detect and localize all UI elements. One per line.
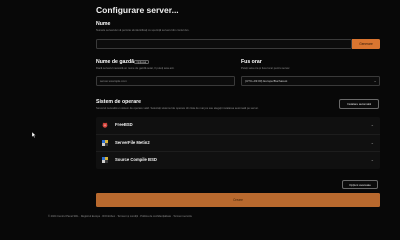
os-item-serverfile[interactable]: ServerFile Metin2 ⌄ — [96, 134, 380, 151]
hostname-input[interactable]: server.example.com — [96, 76, 235, 86]
chevron-down-icon: ⌄ — [370, 121, 374, 127]
serverfile-icon — [102, 140, 108, 146]
name-input[interactable] — [96, 39, 352, 49]
footer-text: © 2024 Centrul Panel SRL · Registrul Eur… — [48, 215, 193, 218]
name-hint: Numele serverului vă permite să identifi… — [96, 29, 190, 32]
name-label: Nume — [96, 21, 111, 27]
os-item-source-compile[interactable]: Source Compile BSD ⌄ — [96, 151, 380, 168]
advanced-options-button[interactable]: Opțiuni avansate — [342, 180, 378, 189]
timezone-select[interactable]: (UTC+03:00) Europe/Bucharest ⌄ — [241, 76, 380, 86]
os-label: Sistem de operare — [96, 99, 141, 105]
timezone-label: Fus orar — [241, 59, 262, 65]
os-hint: Serverul necesită un sistem de operare v… — [96, 107, 259, 110]
server-config-form: Configurare server... Nume Numele server… — [96, 0, 380, 225]
hostname-label: Nume de gazdă — [96, 59, 135, 65]
create-button[interactable]: Creare — [96, 193, 380, 207]
freebsd-icon — [102, 122, 108, 128]
auto-install-button[interactable]: Instalare automată — [339, 99, 379, 109]
generate-name-button[interactable]: Generare — [352, 39, 380, 49]
os-item-label: Source Compile BSD — [115, 157, 157, 162]
chevron-down-icon: ⌄ — [370, 156, 374, 162]
hostname-hint: Dacă serverul necesită un nume de gazdă … — [96, 67, 175, 70]
os-item-label: FreeBSD — [115, 122, 133, 127]
optional-badge: Opțional — [134, 59, 149, 64]
os-item-freebsd[interactable]: FreeBSD ⌄ — [96, 117, 380, 134]
chevron-down-icon: ⌄ — [373, 79, 377, 83]
mouse-cursor-icon — [32, 132, 36, 138]
os-item-label: ServerFile Metin2 — [115, 140, 150, 145]
os-list: FreeBSD ⌄ ServerFile Metin2 ⌄ Source Com… — [96, 117, 380, 169]
chevron-down-icon: ⌄ — [370, 139, 374, 145]
page-title: Configurare server... — [96, 5, 179, 15]
timezone-value: (UTC+03:00) Europe/Bucharest — [245, 79, 288, 83]
timezone-hint: Puteți seta ora și fusul orar pentru ser… — [241, 67, 291, 70]
source-compile-icon — [102, 157, 108, 163]
